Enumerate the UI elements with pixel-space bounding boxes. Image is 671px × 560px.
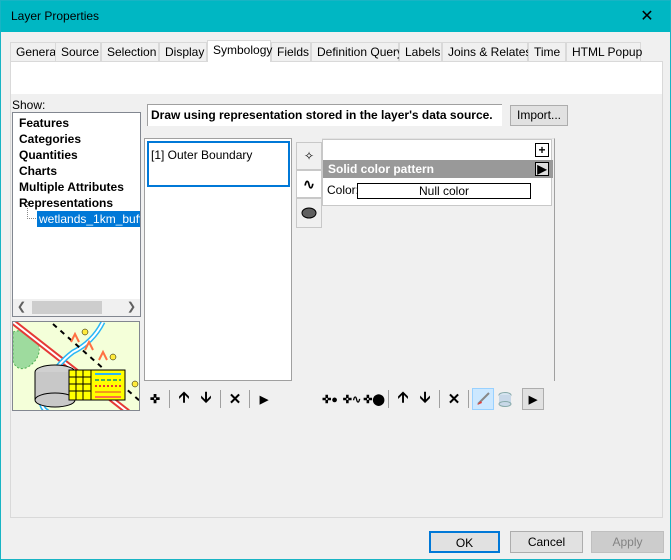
- add-marker-layer-icon[interactable]: ✜●: [319, 388, 341, 410]
- tab-time[interactable]: Time: [528, 42, 566, 61]
- show-item-wetlands-buffer[interactable]: wetlands_1km_buffer: [37, 211, 140, 227]
- representation-description: Draw using representation stored in the …: [147, 104, 502, 126]
- move-down-icon[interactable]: 🡫: [195, 388, 217, 410]
- expand-plus-icon[interactable]: +: [535, 143, 549, 157]
- tab-general[interactable]: General: [10, 42, 59, 61]
- layer-menu-arrow-icon[interactable]: ▶: [535, 162, 549, 176]
- toolbar-separator: [388, 390, 389, 408]
- show-item-features[interactable]: Features: [19, 116, 69, 130]
- add-rule-icon[interactable]: ✜: [144, 388, 166, 410]
- color-label: Color:: [327, 183, 360, 197]
- fill-layer-group: + Solid color pattern ▶ Color: Null colo…: [322, 139, 553, 206]
- add-stroke-layer-icon[interactable]: ✜∿: [341, 388, 363, 410]
- close-icon[interactable]: ✕: [624, 1, 670, 32]
- delete-rule-icon[interactable]: ✕: [224, 388, 246, 410]
- paintbrush-icon[interactable]: [472, 388, 494, 410]
- move-up-icon[interactable]: 🡩: [173, 388, 195, 410]
- tab-joins-relates[interactable]: Joins & Relates: [442, 42, 531, 61]
- toolbar-separator: [468, 390, 469, 408]
- layer-move-up-icon[interactable]: 🡩: [392, 388, 414, 410]
- layer-move-down-icon[interactable]: 🡫: [414, 388, 436, 410]
- database-icon[interactable]: [494, 388, 516, 410]
- tree-connector: [27, 201, 36, 219]
- show-item-charts[interactable]: Charts: [19, 164, 57, 178]
- tab-labels[interactable]: Labels: [399, 42, 442, 61]
- tab-fields[interactable]: Fields: [271, 42, 311, 61]
- delete-layer-icon[interactable]: ✕: [443, 388, 465, 410]
- tab-symbology[interactable]: Symbology: [207, 40, 272, 62]
- tab-display[interactable]: Display: [159, 42, 207, 61]
- scroll-thumb[interactable]: [32, 301, 102, 314]
- show-tree: Features Categories Quantities Charts Mu…: [12, 112, 141, 317]
- layer-header-label: Solid color pattern: [328, 162, 435, 176]
- rules-toolbar: ✜ 🡩 🡫 ✕ ▶: [144, 388, 275, 410]
- tab-source[interactable]: Source: [55, 42, 101, 61]
- add-fill-layer-icon[interactable]: ✜⬤: [363, 388, 385, 410]
- panel-header-area: [11, 62, 662, 94]
- layers-toolbar: ✜● ✜∿ ✜⬤ 🡩 🡫 ✕ ▶: [319, 388, 544, 410]
- scroll-left-icon[interactable]: ❮: [13, 299, 30, 316]
- tab-html-popup[interactable]: HTML Popup: [566, 42, 642, 61]
- show-item-quantities[interactable]: Quantities: [19, 148, 78, 162]
- symbol-layer-type-tabs: ✧ ∿: [296, 138, 322, 381]
- fill-layer-tab[interactable]: [296, 198, 322, 228]
- representation-preview-image: [12, 321, 140, 411]
- apply-button[interactable]: Apply: [591, 531, 664, 553]
- window-title: Layer Properties: [11, 9, 100, 23]
- stroke-layer-tab[interactable]: ∿: [296, 170, 322, 198]
- horizontal-scrollbar[interactable]: ❮ ❯: [13, 299, 140, 316]
- toolbar-separator: [249, 390, 250, 408]
- show-label: Show:: [12, 98, 46, 112]
- cancel-button[interactable]: Cancel: [510, 531, 583, 553]
- marker-placement-icon: ✧: [303, 149, 315, 163]
- scroll-right-icon[interactable]: ❯: [123, 299, 140, 316]
- rule-menu-arrow-icon[interactable]: ▶: [253, 388, 275, 410]
- import-button[interactable]: Import...: [510, 105, 568, 126]
- color-field[interactable]: Null color: [357, 183, 531, 199]
- marker-layer-tab[interactable]: ✧: [296, 142, 322, 170]
- show-item-multiple-attributes[interactable]: Multiple Attributes: [19, 180, 124, 194]
- tab-selection[interactable]: Selection: [101, 42, 159, 61]
- title-bar: Layer Properties ✕: [1, 1, 670, 32]
- fill-blob-icon: [301, 207, 317, 219]
- toolbar-separator: [439, 390, 440, 408]
- layer-menu-more-icon[interactable]: ▶: [522, 388, 544, 410]
- rules-list: [1] Outer Boundary: [144, 138, 292, 381]
- toolbar-separator: [169, 390, 170, 408]
- tab-definition-query[interactable]: Definition Query: [311, 42, 403, 61]
- layer-properties-panel: + Solid color pattern ▶ Color: Null colo…: [322, 138, 555, 381]
- show-item-categories[interactable]: Categories: [19, 132, 81, 146]
- stroke-squiggle-icon: ∿: [303, 175, 315, 192]
- rule-item[interactable]: [1] Outer Boundary: [147, 141, 290, 187]
- layer-properties-dialog: Layer Properties ✕ General Source Select…: [0, 0, 671, 560]
- toolbar-separator: [220, 390, 221, 408]
- ok-button[interactable]: OK: [429, 531, 500, 553]
- layer-header: Solid color pattern: [323, 160, 553, 178]
